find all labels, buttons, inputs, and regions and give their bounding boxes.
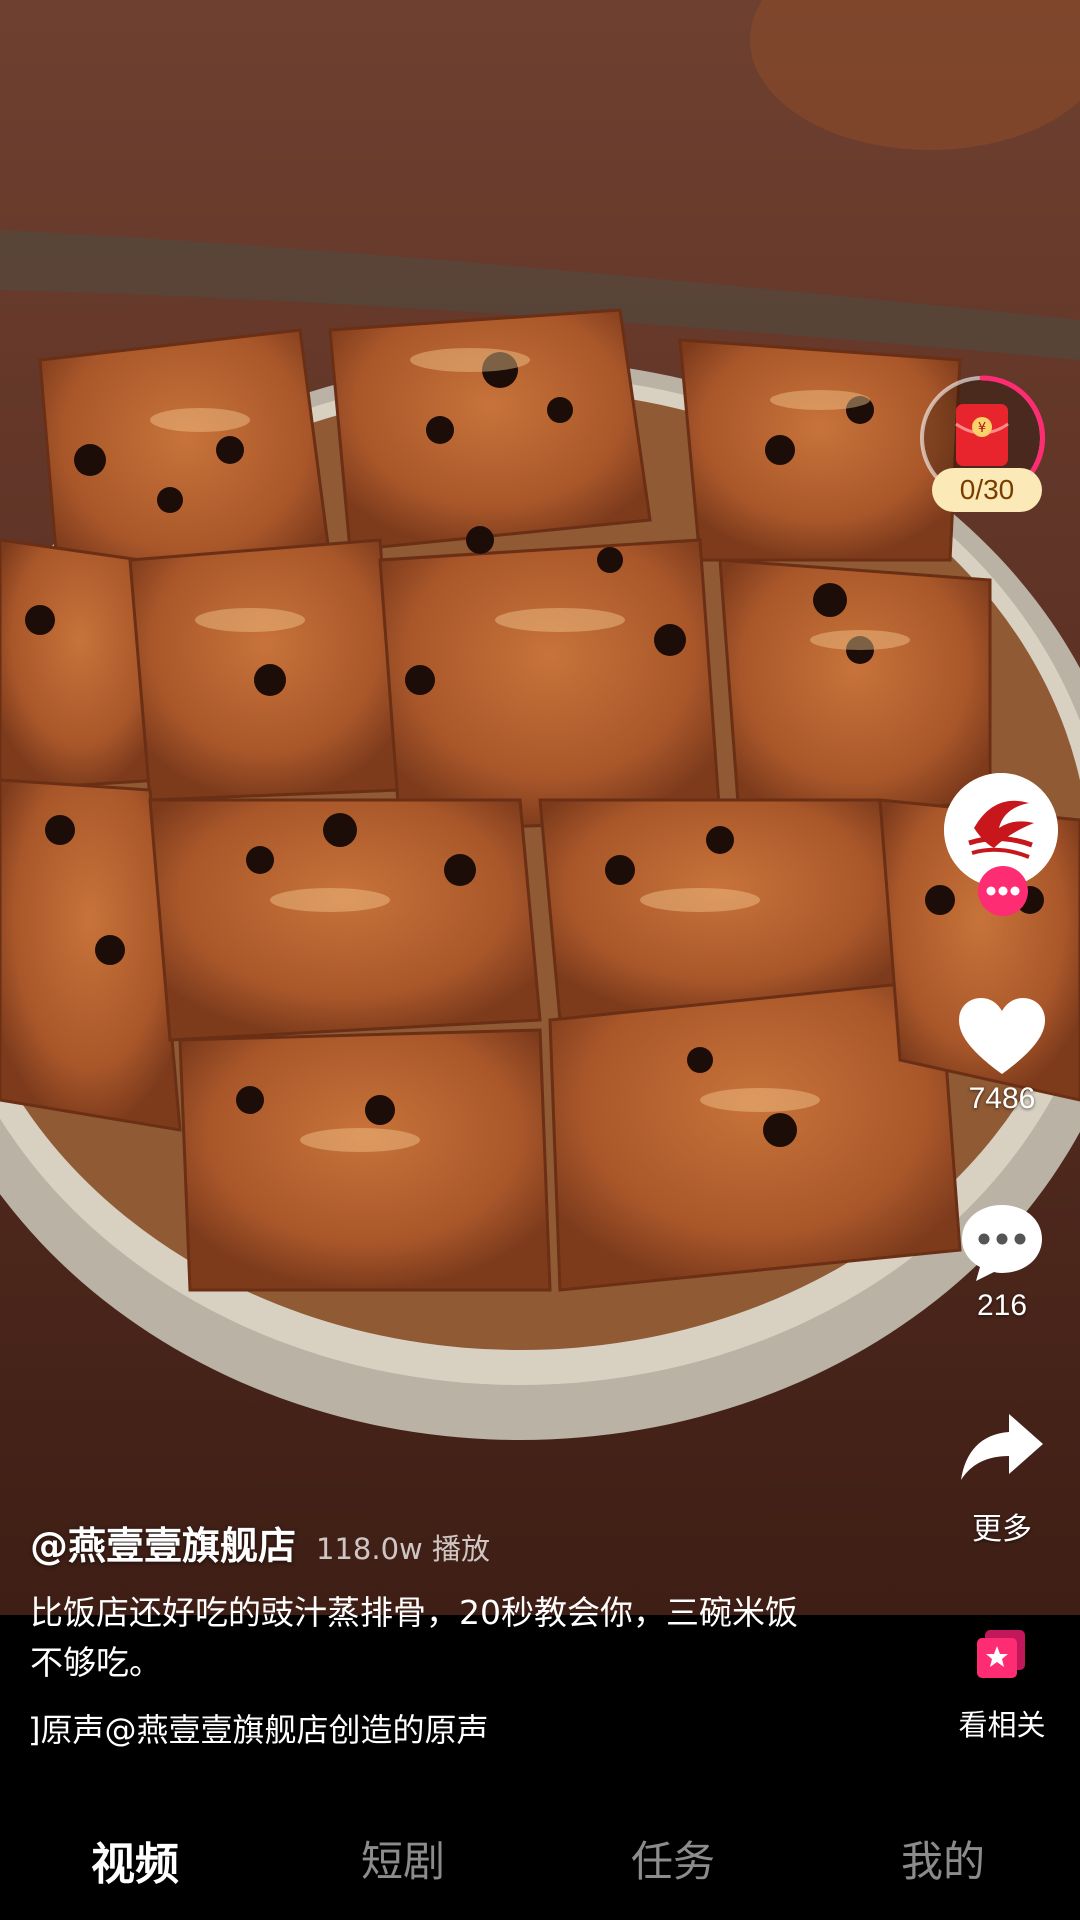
like-count: 7486 xyxy=(968,1082,1036,1115)
related-star-icon xyxy=(977,1630,1025,1678)
tab-me[interactable]: 我的 xyxy=(843,1828,1043,1889)
comment-bubble-icon xyxy=(962,1205,1042,1281)
bottom-nav: 视频 短剧 任务 我的 xyxy=(0,1800,1080,1920)
video-description[interactable]: 比饭店还好吃的豉汁蒸排骨，20秒教会你，三碗米饭不够吃。 xyxy=(30,1588,830,1688)
author-name[interactable]: @燕壹壹旗舰店 xyxy=(30,1515,296,1570)
video-frame-dish-illustration xyxy=(0,0,1080,1615)
tab-tasks[interactable]: 任务 xyxy=(573,1828,773,1889)
heart-icon xyxy=(959,998,1045,1074)
video-player[interactable] xyxy=(0,0,1080,1615)
svg-text:¥: ¥ xyxy=(978,421,986,436)
share-arrow-icon xyxy=(961,1414,1043,1480)
more-button[interactable]: 更多 xyxy=(942,1412,1062,1548)
play-count: 118.0w 播放 xyxy=(316,1532,490,1566)
comment-button[interactable]: 216 xyxy=(942,1203,1062,1323)
red-packet-progress-badge: 0/30 xyxy=(932,468,1042,512)
tab-video[interactable]: 视频 xyxy=(35,1828,235,1892)
tab-short-drama[interactable]: 短剧 xyxy=(303,1828,503,1889)
more-label: 更多 xyxy=(972,1513,1032,1546)
comment-count: 216 xyxy=(976,1289,1028,1322)
like-button[interactable]: 7486 xyxy=(942,998,1062,1116)
music-marquee[interactable]: ]原声@燕壹壹旗舰店创造的原声 xyxy=(28,1705,548,1751)
related-label: 看相关 xyxy=(958,1708,1046,1742)
ellipsis-icon xyxy=(986,886,1020,896)
avatar-more-button[interactable] xyxy=(978,866,1028,916)
author-line: @燕壹壹旗舰店 118.0w 播放 xyxy=(30,1515,490,1570)
red-packet-widget[interactable]: ¥ 0/30 xyxy=(912,372,1052,512)
